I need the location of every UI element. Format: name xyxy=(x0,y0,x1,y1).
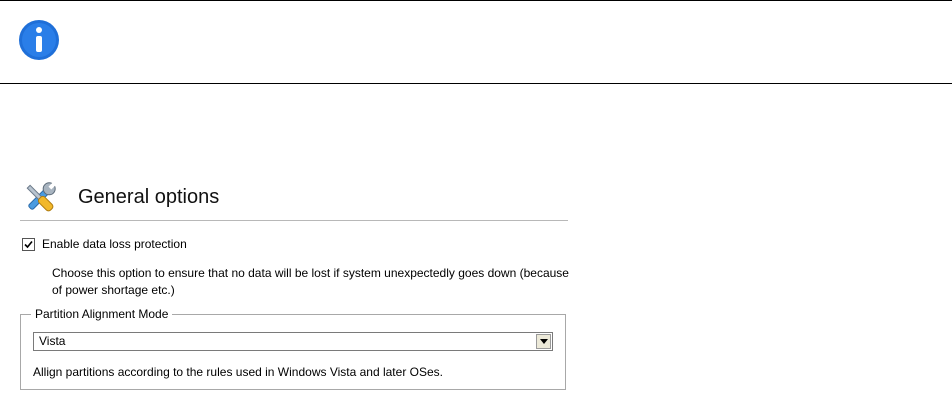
panel-header: General options xyxy=(20,172,568,221)
checkmark-icon xyxy=(24,240,33,249)
partition-alignment-value: Vista xyxy=(39,334,66,348)
data-loss-checkbox[interactable] xyxy=(22,238,35,251)
partition-alignment-legend: Partition Alignment Mode xyxy=(31,307,173,321)
panel-title: General options xyxy=(78,186,220,208)
info-icon xyxy=(18,19,60,61)
partition-alignment-description: Allign partitions according to the rules… xyxy=(33,365,443,379)
info-banner xyxy=(0,0,952,84)
dropdown-arrow-button[interactable] xyxy=(536,334,551,349)
partition-alignment-group: Partition Alignment Mode Vista Allign pa… xyxy=(20,307,566,390)
tools-icon xyxy=(20,178,60,218)
data-loss-description: Choose this option to ensure that no dat… xyxy=(52,266,569,297)
data-loss-label[interactable]: Enable data loss protection xyxy=(42,237,187,251)
partition-alignment-select[interactable]: Vista xyxy=(33,332,553,351)
chevron-down-icon xyxy=(540,339,548,344)
general-options-panel: General options Enable data loss protect… xyxy=(20,172,569,390)
